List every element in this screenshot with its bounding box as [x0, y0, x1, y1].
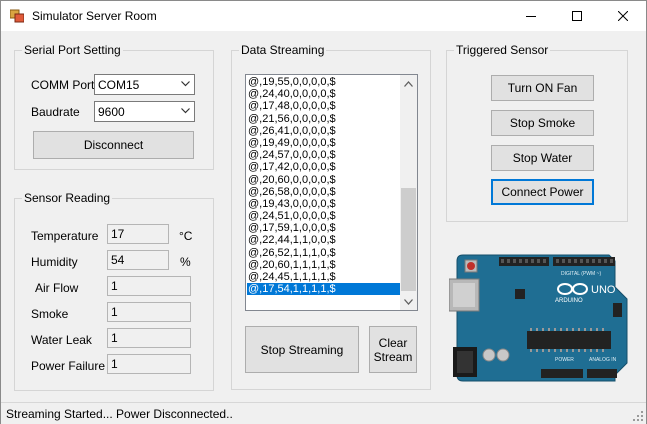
triggered-sensor-group-title: Triggered Sensor [454, 43, 551, 57]
chevron-down-icon [181, 81, 190, 87]
clear-stream-label-line2: Stream [373, 349, 413, 364]
status-bar: Streaming Started... Power Disconnected.… [1, 402, 646, 424]
stream-list-item[interactable]: @,21,56,0,0,0,0,$ [247, 113, 400, 125]
baudrate-label: Baudrate [31, 105, 80, 119]
chevron-down-icon [181, 108, 190, 114]
connect-power-button[interactable]: Connect Power [491, 179, 594, 205]
turn-on-fan-button[interactable]: Turn ON Fan [491, 75, 594, 101]
serial-port-group-title: Serial Port Setting [22, 43, 123, 57]
arduino-model-text: UNO [591, 284, 616, 296]
stream-list-item[interactable]: @,24,40,0,0,0,0,$ [247, 88, 400, 100]
stream-list-item[interactable]: @,20,60,1,1,1,1,$ [247, 259, 400, 271]
scroll-thumb[interactable] [401, 188, 416, 291]
stream-list-item[interactable]: @,17,42,0,0,0,0,$ [247, 161, 400, 173]
baudrate-value: 9600 [98, 105, 125, 119]
stream-list-item[interactable]: @,24,51,0,0,0,0,$ [247, 210, 400, 222]
baudrate-select[interactable]: 9600 [94, 101, 195, 122]
power-header-label: POWER [555, 357, 574, 363]
clear-stream-label-line1: Clear [378, 335, 408, 350]
clear-stream-button[interactable]: Clear Stream [369, 326, 417, 373]
stream-list-item[interactable]: @,24,57,0,0,0,0,$ [247, 149, 400, 161]
title-bar[interactable]: Simulator Server Room [1, 1, 646, 31]
scroll-down-button[interactable] [400, 293, 417, 310]
stop-water-button[interactable]: Stop Water [491, 145, 594, 171]
airflow-value: 1 [111, 279, 118, 293]
minimize-icon [526, 16, 536, 17]
stream-list-item[interactable]: @,26,58,0,0,0,0,$ [247, 186, 400, 198]
power-failure-value: 1 [111, 357, 118, 371]
temperature-unit: °C [179, 229, 193, 243]
stop-smoke-button[interactable]: Stop Smoke [491, 110, 594, 136]
main-window: Simulator Server Room Serial Port Settin… [0, 0, 647, 424]
stream-list-item[interactable]: @,22,44,1,1,0,0,$ [247, 234, 400, 246]
stream-list-item[interactable]: @,19,49,0,0,0,0,$ [247, 137, 400, 149]
water-leak-value: 1 [111, 331, 118, 345]
temperature-label: Temperature [31, 229, 99, 243]
stream-list-item[interactable]: @,17,59,1,0,0,0,$ [247, 222, 400, 234]
stream-list-item[interactable]: @,26,52,1,1,1,0,$ [247, 247, 400, 259]
scroll-up-icon [404, 80, 413, 87]
maximize-button[interactable] [554, 1, 600, 31]
stream-list-item[interactable]: @,19,55,0,0,0,0,$ [247, 76, 400, 88]
comm-port-label: COMM Port [31, 78, 95, 92]
arduino-brand-text: ARDUINO [555, 298, 583, 304]
scroll-down-icon [404, 298, 413, 305]
humidity-label: Humidity [31, 255, 78, 269]
humidity-value: 54 [111, 253, 125, 267]
power-failure-field: 1 [107, 354, 191, 374]
stream-list-item[interactable]: @,19,43,0,0,0,0,$ [247, 198, 400, 210]
stream-list-items: @,19,55,0,0,0,0,$ @,24,40,0,0,0,0,$ @,17,4… [247, 76, 400, 296]
digital-header-label: DIGITAL (PWM ~) [561, 271, 601, 277]
window-title: Simulator Server Room [32, 9, 157, 23]
stream-list-item[interactable]: @,20,60,0,0,0,0,$ [247, 174, 400, 186]
status-text: Streaming Started... Power Disconnected.… [6, 407, 233, 421]
resize-grip-icon[interactable] [633, 411, 644, 422]
close-button[interactable] [600, 1, 646, 31]
comm-port-value: COM15 [98, 78, 140, 92]
stream-list-item[interactable]: @,17,54,1,1,1,1,$ [247, 283, 400, 296]
minimize-button[interactable] [508, 1, 554, 31]
comm-port-select[interactable]: COM15 [94, 74, 195, 95]
app-icon [10, 9, 24, 23]
analog-header-label: ANALOG IN [589, 357, 617, 363]
arduino-uno-image: DIGITAL (PWM ~) ARDUINO UNO POWER ANALOG… [449, 254, 628, 382]
smoke-value: 1 [111, 305, 118, 319]
water-leak-label: Water Leak [31, 333, 92, 347]
scroll-up-button[interactable] [400, 75, 417, 92]
stream-list-item[interactable]: @,17,48,0,0,0,0,$ [247, 100, 400, 112]
water-leak-field: 1 [107, 328, 191, 348]
data-streaming-group-title: Data Streaming [239, 43, 327, 57]
disconnect-button[interactable]: Disconnect [33, 131, 194, 159]
smoke-label: Smoke [31, 307, 69, 321]
stream-list-item[interactable]: @,26,41,0,0,0,0,$ [247, 125, 400, 137]
power-failure-label: Power Failure [31, 359, 106, 373]
temperature-field: 17 [107, 224, 169, 244]
close-icon [618, 11, 628, 21]
airflow-label: Air Flow [35, 281, 79, 295]
stream-listbox[interactable]: @,19,55,0,0,0,0,$ @,24,40,0,0,0,0,$ @,17,4… [245, 74, 418, 311]
sensor-reading-group-title: Sensor Reading [22, 191, 113, 205]
maximize-icon [572, 11, 582, 21]
smoke-field: 1 [107, 302, 191, 322]
temperature-value: 17 [111, 227, 125, 241]
airflow-field: 1 [107, 276, 191, 296]
humidity-unit: % [180, 255, 191, 269]
stream-scrollbar[interactable] [400, 75, 417, 310]
stream-list-item[interactable]: @,24,45,1,1,1,1,$ [247, 271, 400, 283]
humidity-field: 54 [107, 250, 169, 270]
stop-streaming-button[interactable]: Stop Streaming [245, 326, 359, 373]
